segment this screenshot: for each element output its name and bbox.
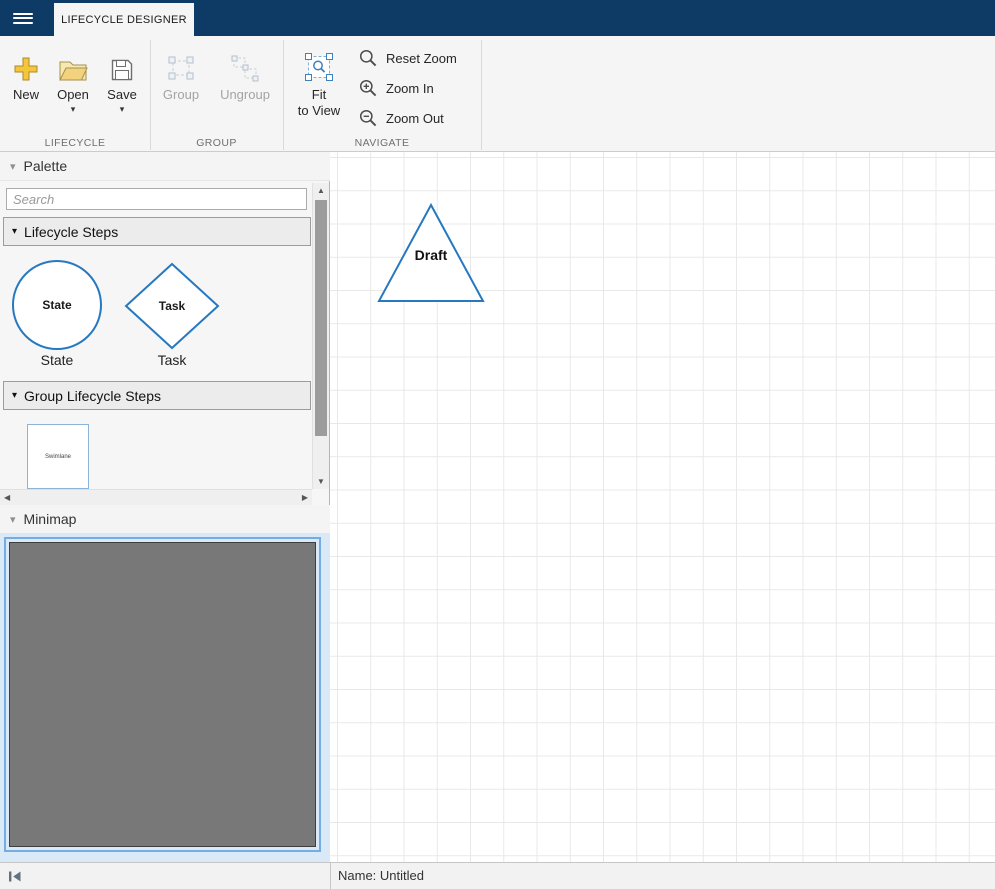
statusbar: Name: Untitled <box>0 862 995 889</box>
vertical-scrollbar-thumb[interactable] <box>315 200 327 436</box>
accordion-chevron-icon: ▾ <box>12 226 17 237</box>
open-folder-icon <box>58 46 88 82</box>
accordion-group-lifecycle-steps[interactable]: ▾ Group Lifecycle Steps <box>3 381 311 410</box>
scroll-down-icon[interactable]: ▼ <box>313 477 329 486</box>
save-button-label: Save <box>107 87 137 103</box>
accordion-chevron-icon: ▾ <box>12 390 17 401</box>
ungroup-button-label: Ungroup <box>220 87 270 103</box>
scroll-left-icon[interactable]: ◀ <box>4 490 10 506</box>
accordion-title-group-lifecycle-steps: Group Lifecycle Steps <box>24 388 161 404</box>
palette-item-state-caption: State <box>10 352 104 368</box>
reset-zoom-button[interactable]: Reset Zoom <box>358 44 484 72</box>
new-button-label: New <box>13 87 39 103</box>
collapse-panel-button[interactable] <box>6 869 24 884</box>
left-panel: ▾ Palette ▾ Lifecycle Steps State State … <box>0 152 330 862</box>
toolstrip-separator <box>150 40 151 150</box>
draft-node-label: Draft <box>415 247 448 263</box>
zoom-in-label: Zoom In <box>386 81 434 96</box>
accordion-lifecycle-steps[interactable]: ▾ Lifecycle Steps <box>3 217 311 246</box>
fit-to-view-button[interactable]: Fit to View <box>290 40 348 148</box>
zoom-in-icon <box>358 78 378 98</box>
group-button[interactable]: Group <box>154 40 208 148</box>
task-shape-label: Task <box>159 299 186 313</box>
palette-collapse-chevron-icon: ▾ <box>10 160 16 173</box>
open-dropdown-caret-icon[interactable]: ▾ <box>71 104 76 114</box>
palette-item-task-caption: Task <box>124 352 220 368</box>
minimap <box>0 534 330 862</box>
palette-item-state[interactable]: State <box>10 258 104 352</box>
palette-title: Palette <box>24 158 68 174</box>
section-label-navigate: NAVIGATE <box>283 136 481 150</box>
canvas-node-draft[interactable]: Draft <box>375 200 487 306</box>
toolstrip-separator <box>283 40 284 150</box>
toolstrip-separator <box>481 40 482 150</box>
fit-to-view-label: Fit to View <box>298 87 340 119</box>
scroll-right-icon[interactable]: ▶ <box>302 490 308 506</box>
swimlane-shape-label: Swimlane <box>45 454 71 460</box>
palette-search-input[interactable] <box>6 188 307 210</box>
open-button-label: Open <box>57 87 89 103</box>
palette-item-task[interactable]: Task <box>124 262 220 350</box>
main-body: ▾ Palette ▾ Lifecycle Steps State State … <box>0 152 995 862</box>
tab-lifecycle-designer[interactable]: LIFECYCLE DESIGNER <box>54 3 194 36</box>
diagram-name-label: Name: Untitled <box>338 863 424 889</box>
group-icon <box>166 46 196 82</box>
save-disk-icon <box>110 46 134 82</box>
new-plus-icon <box>13 46 39 82</box>
scroll-up-icon[interactable]: ▲ <box>313 186 329 195</box>
state-shape-label: State <box>42 298 72 312</box>
zoom-out-button[interactable]: Zoom Out <box>358 104 484 132</box>
ungroup-icon <box>230 46 260 82</box>
toolstrip: New Open ▾ Save ▾ <box>0 36 995 152</box>
save-dropdown-caret-icon[interactable]: ▾ <box>120 104 125 114</box>
minimap-view-rect[interactable] <box>9 542 316 847</box>
reset-zoom-label: Reset Zoom <box>386 51 457 66</box>
palette-vertical-scrollbar[interactable]: ▲ ▼ <box>312 183 329 489</box>
zoom-out-label: Zoom Out <box>386 111 444 126</box>
statusbar-separator <box>330 863 331 889</box>
new-button[interactable]: New <box>5 40 47 148</box>
titlebar: LIFECYCLE DESIGNER <box>0 0 995 36</box>
lifecycle-designer-window: LIFECYCLE DESIGNER New Open ▾ <box>0 0 995 889</box>
group-button-label: Group <box>163 87 199 103</box>
hamburger-icon <box>13 10 33 26</box>
palette-header[interactable]: ▾ Palette <box>0 152 330 181</box>
diagram-canvas[interactable]: Draft <box>330 152 995 862</box>
palette-horizontal-scrollbar[interactable]: ◀ ▶ <box>0 489 312 505</box>
minimap-header[interactable]: ▾ Minimap <box>0 505 330 534</box>
zoom-in-button[interactable]: Zoom In <box>358 74 484 102</box>
save-button[interactable]: Save ▾ <box>100 40 144 148</box>
accordion-title-lifecycle-steps: Lifecycle Steps <box>24 224 118 240</box>
section-label-lifecycle: LIFECYCLE <box>0 136 150 150</box>
palette-item-swimlane[interactable]: Swimlane <box>27 424 89 489</box>
minimap-collapse-chevron-icon: ▾ <box>10 513 16 526</box>
reset-zoom-icon <box>358 48 378 68</box>
minimap-viewport[interactable] <box>4 537 321 852</box>
ungroup-button[interactable]: Ungroup <box>212 40 278 148</box>
menu-button[interactable] <box>0 0 46 36</box>
zoom-out-icon <box>358 108 378 128</box>
section-label-group: GROUP <box>150 136 283 150</box>
fit-to-view-icon <box>304 46 334 82</box>
minimap-title: Minimap <box>24 511 77 527</box>
open-button[interactable]: Open ▾ <box>49 40 97 148</box>
skip-to-start-icon <box>8 870 23 883</box>
